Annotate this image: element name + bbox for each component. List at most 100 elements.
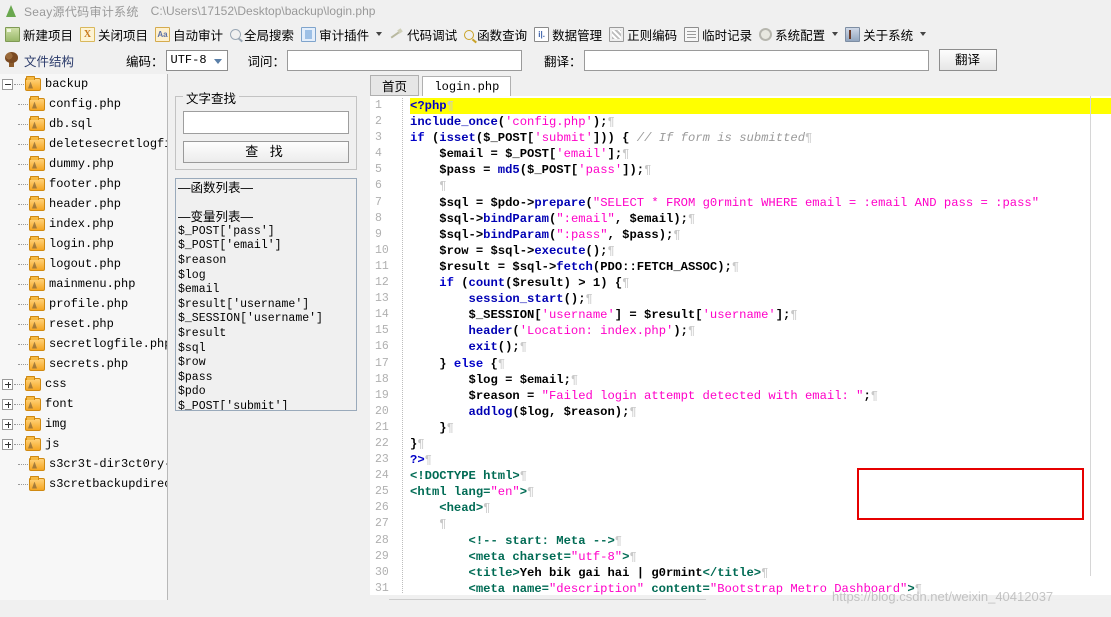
code-line[interactable]: $sql = $pdo->prepare("SELECT * FROM g0rm… (410, 195, 1111, 211)
code-line[interactable]: $sql->bindParam(":pass", $pass);¶ (410, 227, 1111, 243)
file-tree-panel[interactable]: backup config.php db.sql deletesecretlogfi… (0, 74, 168, 617)
expand-expander-icon[interactable] (2, 418, 13, 430)
chevron-down-icon[interactable] (832, 32, 839, 36)
list-item[interactable]: $result['username'] (178, 298, 356, 313)
code-line[interactable]: $pass = md5($_POST['pass']);¶ (410, 162, 1111, 178)
toolbar-regex-encode[interactable]: 正则编码 (607, 23, 682, 45)
list-item[interactable]: —函数列表— (178, 181, 356, 196)
tree-row[interactable]: s3cretbackupdirect0 (0, 474, 167, 494)
code-line[interactable]: ¶ (410, 178, 1111, 194)
code-line[interactable]: <html lang="en">¶ (410, 484, 1111, 500)
tree-row[interactable]: index.php (0, 214, 167, 234)
code-line[interactable]: }¶ (410, 436, 1111, 452)
word-query-input[interactable] (287, 49, 523, 71)
code-line[interactable]: <head>¶ (410, 500, 1111, 516)
toolbar-about-system[interactable]: 关于系统 (843, 23, 931, 45)
code-line[interactable]: <!-- start: Meta -->¶ (410, 533, 1111, 549)
tab-login-php[interactable]: login.php (422, 76, 512, 98)
code-line[interactable]: exit();¶ (410, 339, 1111, 355)
code-line[interactable]: } else {¶ (410, 356, 1111, 372)
translate-button[interactable]: 翻译 (938, 49, 997, 71)
list-item[interactable]: $email (178, 283, 356, 298)
toolbar-code-debug[interactable]: 代码调试 (387, 23, 462, 45)
list-item[interactable]: $_POST['email'] (178, 239, 356, 254)
code-line[interactable]: session_start();¶ (410, 291, 1111, 307)
expand-expander-icon[interactable] (2, 398, 13, 410)
code-line[interactable]: $_SESSION['username'] = $result['usernam… (410, 307, 1111, 323)
tree-row[interactable]: db.sql (0, 114, 167, 134)
code-line[interactable]: if (isset($_POST['submit'])) { // If for… (410, 130, 1111, 146)
code-line[interactable]: $result = $sql->fetch(PDO::FETCH_ASSOC);… (410, 259, 1111, 275)
list-item[interactable]: $_SESSION['username'] (178, 312, 356, 327)
collapse-expander-icon[interactable] (2, 78, 13, 90)
tree-row[interactable]: secretlogfile.php (0, 334, 167, 354)
code-editor[interactable]: 1 2 3 4 5 6 7 8 9 10 11 12 13 14 15 16 17 18 19 20 21 22 23 24 2… (370, 96, 1111, 595)
list-item[interactable]: $log (178, 269, 356, 284)
code-line[interactable]: $email = $_POST['email'];¶ (410, 146, 1111, 162)
chevron-down-icon[interactable] (920, 32, 927, 36)
tree-row[interactable]: js (0, 434, 167, 454)
list-item[interactable]: $reason (178, 254, 356, 269)
toolbar-temp-note[interactable]: 临时记录 (682, 23, 757, 45)
toolbar-data-manage[interactable]: i|. 数据管理 (532, 23, 607, 45)
code-line[interactable]: ¶ (410, 516, 1111, 532)
tree-row[interactable]: backup (0, 74, 167, 94)
chevron-down-icon[interactable] (376, 32, 383, 36)
list-item[interactable]: —变量列表— (178, 210, 356, 225)
tree-row[interactable]: font (0, 394, 167, 414)
tree-row[interactable]: config.php (0, 94, 167, 114)
code-line[interactable]: <?php¶ (410, 98, 1111, 115)
tab-home[interactable]: 首页 (370, 75, 420, 96)
toolbar-system-config[interactable]: 系统配置 (757, 23, 843, 45)
list-item[interactable]: $row (178, 356, 356, 371)
code-line[interactable]: $log = $email;¶ (410, 372, 1111, 388)
tree-row[interactable]: logout.php (0, 254, 167, 274)
code-line[interactable]: <!DOCTYPE html>¶ (410, 468, 1111, 484)
tree-row[interactable]: mainmenu.php (0, 274, 167, 294)
tree-row[interactable]: header.php (0, 194, 167, 214)
tree-row[interactable]: profile.php (0, 294, 167, 314)
tree-row[interactable]: login.php (0, 234, 167, 254)
toolbar-new-project[interactable]: 新建项目 (3, 23, 78, 45)
tree-row[interactable]: dummy.php (0, 154, 167, 174)
tree-row[interactable]: footer.php (0, 174, 167, 194)
code-line[interactable]: ?>¶ (410, 452, 1111, 468)
code-line[interactable]: if (count($result) > 1) {¶ (410, 275, 1111, 291)
code-content[interactable]: <?php¶ include_once('config.php');¶ if (is… (403, 96, 1111, 595)
toolbar-auto-audit[interactable]: Aa 自动审计 (153, 23, 228, 45)
list-item[interactable]: $_POST['submit'] (178, 400, 356, 410)
code-line[interactable]: <meta charset="utf-8">¶ (410, 549, 1111, 565)
code-line[interactable]: header('Location: index.php');¶ (410, 323, 1111, 339)
expand-expander-icon[interactable] (2, 378, 13, 390)
tree-row[interactable]: css (0, 374, 167, 394)
code-line[interactable]: $sql->bindParam(":email", $email);¶ (410, 211, 1111, 227)
code-line[interactable]: addlog($log, $reason);¶ (410, 404, 1111, 420)
toolbar-close-project[interactable]: X 关闭项目 (78, 23, 153, 45)
encoding-select[interactable]: UTF-8 (165, 49, 228, 71)
toolbar-global-search[interactable]: 全局搜索 (228, 23, 299, 45)
tree-row[interactable]: reset.php (0, 314, 167, 334)
list-item[interactable]: $sql (178, 342, 356, 357)
list-item[interactable]: $_POST['pass'] (178, 225, 356, 240)
expand-expander-icon[interactable] (2, 438, 13, 450)
toolbar-function-query[interactable]: 函数查询 (462, 23, 532, 45)
tree-row[interactable]: img (0, 414, 167, 434)
find-input[interactable] (183, 111, 349, 134)
list-item[interactable]: $pass (178, 371, 356, 386)
find-button[interactable]: 查 找 (183, 141, 349, 163)
code-line[interactable]: $reason = "Failed login attempt detected… (410, 388, 1111, 404)
code-line[interactable]: <title>Yeh bik gai hai | g0rmint</title>… (410, 565, 1111, 581)
tree-row[interactable]: s3cr3t-dir3ct0ry-f0 (0, 454, 167, 474)
code-line[interactable]: <meta name="description" content="Bootst… (410, 581, 1111, 595)
toolbar-audit-plugin[interactable]: 审计插件 (299, 23, 387, 45)
code-line[interactable]: include_once('config.php');¶ (410, 114, 1111, 130)
translate-input[interactable] (583, 49, 929, 71)
code-line[interactable]: }¶ (410, 420, 1111, 436)
tree-row[interactable]: secrets.php (0, 354, 167, 374)
tree-row[interactable]: deletesecretlogfile (0, 134, 167, 154)
code-line[interactable]: $row = $sql->execute();¶ (410, 243, 1111, 259)
list-item[interactable] (178, 196, 356, 211)
function-variable-list[interactable]: —函数列表— —变量列表— $_POST['pass'] $_POST['email… (175, 178, 357, 411)
list-item[interactable]: $result (178, 327, 356, 342)
list-item[interactable]: $pdo (178, 385, 356, 400)
